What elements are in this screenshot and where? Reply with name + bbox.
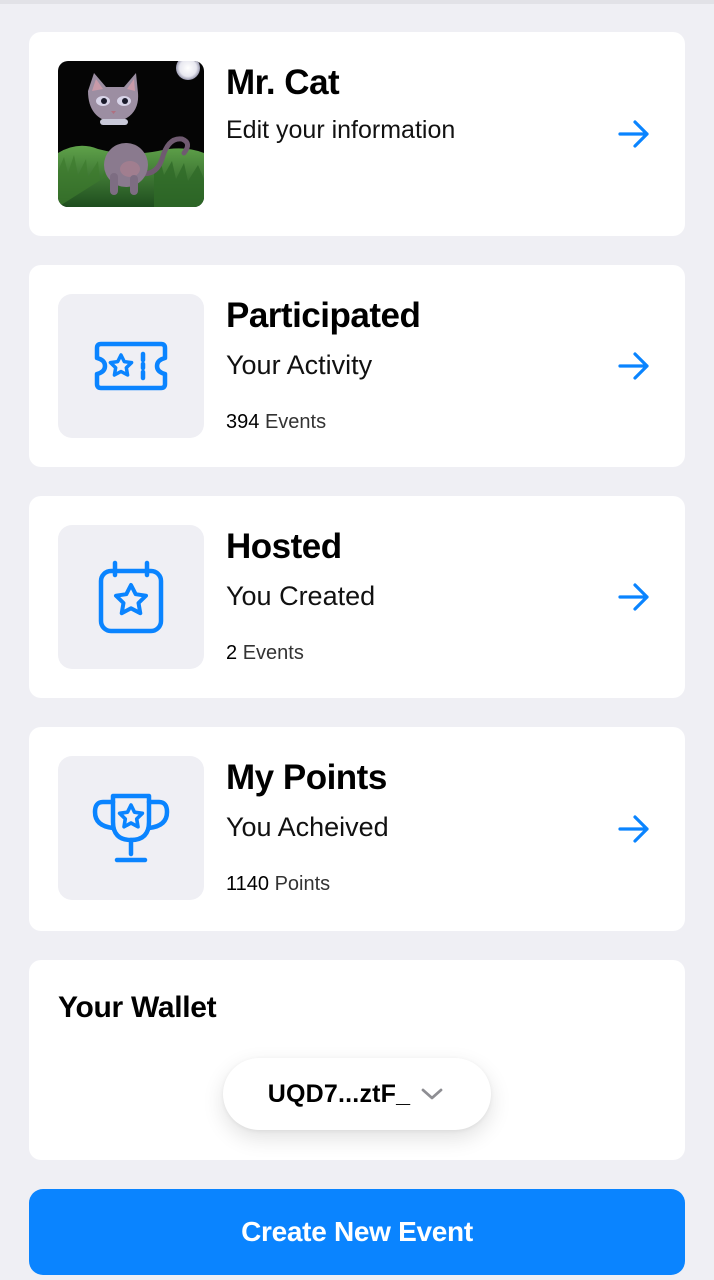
hosted-count-value: 2 bbox=[226, 642, 238, 664]
points-card[interactable]: My Points You Acheived 1140 Points bbox=[29, 727, 685, 931]
profile-edit-label[interactable]: Edit your information bbox=[226, 112, 455, 148]
arrow-right-icon[interactable] bbox=[616, 811, 652, 847]
create-new-event-button[interactable]: Create New Event bbox=[29, 1189, 685, 1275]
participated-count-value: 394 bbox=[226, 411, 260, 433]
points-count-unit: Points bbox=[274, 873, 331, 895]
ticket-star-icon bbox=[94, 341, 168, 391]
profile-name: Mr. Cat bbox=[226, 63, 340, 102]
participated-count-unit: Events bbox=[264, 411, 327, 433]
participated-icon-tile bbox=[58, 294, 204, 438]
points-icon-tile bbox=[58, 756, 204, 900]
arrow-right-icon[interactable] bbox=[616, 116, 652, 152]
points-count: 1140 Points bbox=[226, 870, 330, 898]
participated-count: 394 Events bbox=[226, 408, 326, 436]
chevron-down-icon bbox=[421, 1088, 443, 1100]
top-divider bbox=[0, 0, 714, 4]
arrow-right-icon[interactable] bbox=[616, 579, 652, 615]
wallet-card: Your Wallet UQD7...ztF_ bbox=[29, 960, 685, 1160]
arrow-right-icon[interactable] bbox=[616, 348, 652, 384]
wallet-title: Your Wallet bbox=[58, 991, 217, 1024]
wallet-address-dropdown[interactable]: UQD7...ztF_ bbox=[223, 1058, 491, 1130]
hosted-title: Hosted bbox=[226, 527, 342, 566]
hosted-count-unit: Events bbox=[242, 642, 304, 664]
calendar-star-icon bbox=[98, 560, 164, 634]
avatar bbox=[58, 61, 204, 207]
trophy-star-icon bbox=[92, 793, 170, 863]
wallet-address: UQD7...ztF_ bbox=[267, 1079, 411, 1108]
participated-card[interactable]: Participated Your Activity 394 Events bbox=[29, 265, 685, 467]
participated-subtitle: Your Activity bbox=[226, 350, 373, 380]
hosted-icon-tile bbox=[58, 525, 204, 669]
points-count-value: 1140 bbox=[226, 873, 270, 895]
points-subtitle: You Acheived bbox=[226, 812, 389, 842]
hosted-count: 2 Events bbox=[226, 639, 304, 667]
points-title: My Points bbox=[226, 758, 387, 797]
hosted-subtitle: You Created bbox=[226, 581, 376, 611]
profile-card[interactable]: Mr. Cat Edit your information bbox=[29, 32, 685, 236]
hosted-card[interactable]: Hosted You Created 2 Events bbox=[29, 496, 685, 698]
participated-title: Participated bbox=[226, 296, 421, 335]
